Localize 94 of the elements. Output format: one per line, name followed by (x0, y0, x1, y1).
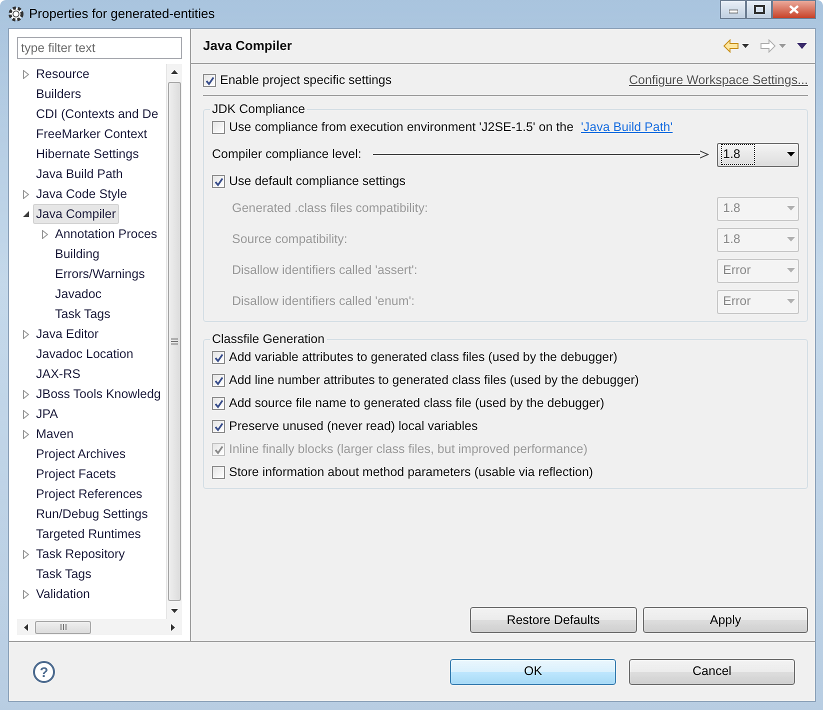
tree-item[interactable]: Targeted Runtimes (33, 524, 144, 544)
window-title: Properties for generated-entities (29, 5, 215, 24)
tree-item[interactable]: Java Compiler (33, 204, 119, 224)
grip-icon (60, 623, 66, 631)
tree-item[interactable]: Annotation Proces (52, 224, 160, 244)
dropdown-icon[interactable] (742, 44, 749, 48)
maximize-icon (754, 5, 764, 14)
checkbox-label: Store information about method parameters (usable via reflection) (229, 464, 594, 482)
tree-item[interactable]: Building (52, 244, 102, 264)
checkbox[interactable] (212, 351, 225, 364)
expand-icon[interactable] (22, 590, 30, 598)
checkbox-label: Add source file name to generated class file (used by the debugger) (229, 395, 604, 412)
filter-field[interactable]: type filter text (17, 37, 182, 59)
expand-icon[interactable] (22, 330, 30, 338)
tree-item[interactable]: Project Facets (33, 464, 119, 484)
expand-icon[interactable] (22, 410, 30, 418)
ok-button[interactable]: OK (450, 658, 616, 684)
expanded-icon[interactable] (22, 210, 30, 218)
expand-icon[interactable] (22, 70, 30, 78)
checkbox-label: Add line number attributes to generated class files (used by the debugger) (229, 372, 639, 390)
scroll-up-icon[interactable] (170, 69, 179, 75)
expand-icon[interactable] (22, 190, 30, 198)
tree-item[interactable]: FreeMarker Context (33, 124, 150, 144)
tree-item[interactable]: Java Build Path (33, 164, 126, 184)
tree-item[interactable]: Builders (33, 84, 84, 104)
help-button[interactable]: ? (33, 660, 55, 682)
apply-button[interactable]: Apply (643, 607, 808, 633)
checkbox[interactable] (212, 374, 225, 387)
group-title: JDK Compliance (211, 102, 306, 116)
expand-icon[interactable] (41, 230, 49, 238)
field-label: Disallow identifiers called 'assert': (232, 262, 418, 280)
vertical-scrollbar[interactable] (166, 64, 182, 619)
tree-item[interactable]: Project Archives (33, 444, 129, 464)
minimize-button[interactable] (720, 0, 746, 19)
checkbox[interactable] (212, 466, 225, 479)
tree-item[interactable]: JPA (33, 404, 61, 424)
grip-icon (170, 338, 179, 345)
scroll-down-icon[interactable] (170, 608, 179, 614)
tree-item[interactable]: CDI (Contexts and De (33, 104, 162, 124)
checkbox[interactable] (212, 420, 225, 433)
expand-icon[interactable] (22, 550, 30, 558)
expand-icon[interactable] (22, 390, 30, 398)
checkbox[interactable] (212, 175, 225, 188)
compliance-dropdown[interactable]: 1.8 (717, 142, 799, 166)
configure-link[interactable]: Configure Workspace Settings... (628, 71, 808, 90)
checkbox-label: Preserve unused (never read) local variables (229, 418, 478, 436)
field-label: Generated .class files compatibility: (232, 200, 428, 218)
dropdown-arrow-icon (787, 152, 795, 157)
tree-item[interactable]: Hibernate Settings (33, 144, 142, 164)
dropdown-arrow-icon (787, 268, 795, 273)
tree-item[interactable]: Resource (33, 64, 92, 84)
dropdown-arrow-icon (787, 206, 795, 211)
tree-item[interactable]: Javadoc (52, 284, 105, 304)
checkbox-label: Enable project specific settings (220, 72, 392, 90)
tree-item[interactable]: Validation (33, 584, 93, 604)
tree-item[interactable]: Errors/Warnings (52, 264, 148, 284)
checkbox[interactable] (212, 121, 225, 134)
horizontal-scrollbar[interactable] (17, 619, 182, 635)
app-icon (8, 6, 24, 22)
maximize-button[interactable] (746, 0, 772, 19)
restore-defaults-button[interactable]: Restore Defaults (470, 607, 637, 633)
field-label: Compiler compliance level: (212, 146, 362, 164)
expand-icon[interactable] (22, 430, 30, 438)
java-build-path-link[interactable]: 'Java Build Path' (581, 118, 673, 137)
field-label: Disallow identifiers called 'enum': (232, 293, 415, 310)
tree-item[interactable]: Run/Debug Settings (33, 504, 151, 524)
checkbox-label: Add variable attributes to generated class files (used by the debugger) (229, 349, 618, 366)
tree-item[interactable]: Task Tags (52, 304, 114, 324)
tree-item[interactable]: JAX-RS (33, 364, 84, 384)
dropdown-arrow-icon (787, 237, 795, 242)
checkbox-label: Inline finally blocks (larger class files, but improved performance) (229, 441, 588, 458)
scroll-left-icon[interactable] (23, 622, 29, 632)
checkbox-label: Use compliance from execution environment 'J2SE-1.5' on the (229, 119, 575, 136)
group-title: Classfile Generation (211, 332, 326, 346)
tree-item[interactable]: Project References (33, 484, 146, 504)
tree-item[interactable]: JBoss Tools Knowledg (33, 384, 164, 404)
scroll-right-icon[interactable] (170, 622, 176, 632)
tree-item[interactable]: Task Tags (33, 564, 94, 584)
tree-item[interactable]: Task Repository (33, 544, 128, 564)
checkbox[interactable] (212, 397, 225, 410)
checkbox-label: Use default compliance settings (229, 173, 406, 190)
dropdown-arrow-icon (787, 299, 795, 304)
field-label: Source compatibility: (232, 231, 348, 248)
checkbox[interactable] (203, 74, 216, 87)
tree-item[interactable]: Maven (33, 424, 77, 444)
forward-arrow-icon[interactable] (760, 39, 776, 53)
view-menu-icon[interactable] (797, 43, 807, 49)
tree-item[interactable]: Javadoc Location (33, 344, 136, 364)
page-title: Java Compiler (203, 37, 292, 56)
tree-item[interactable]: Java Editor (33, 324, 102, 344)
tree-item[interactable]: Java Code Style (33, 184, 130, 204)
close-button[interactable] (772, 0, 816, 19)
close-icon (788, 4, 800, 15)
cancel-button[interactable]: Cancel (629, 658, 795, 684)
